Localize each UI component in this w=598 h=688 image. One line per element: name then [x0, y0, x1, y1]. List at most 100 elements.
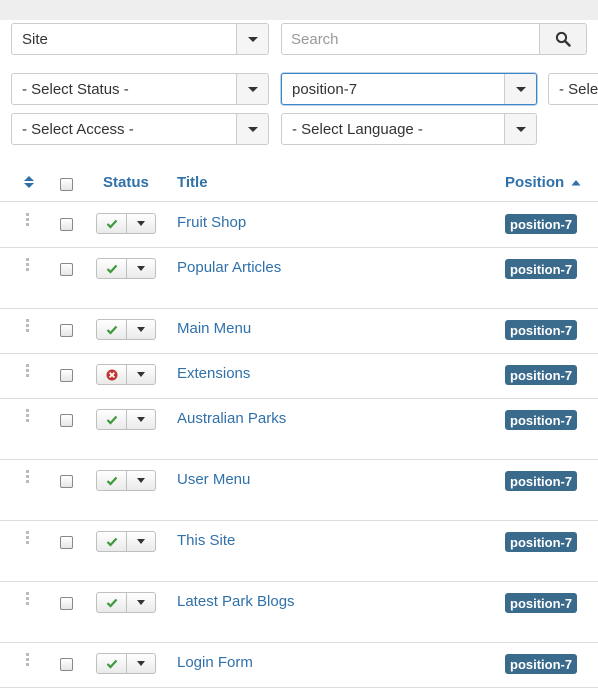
module-title-link[interactable]: This Site [177, 532, 235, 549]
drag-handle-icon[interactable] [26, 592, 30, 606]
published-check-icon [106, 659, 117, 669]
table-row: Australian Parks position-7 [0, 399, 598, 460]
chevron-down-icon [137, 417, 145, 422]
sort-ordering-icon[interactable] [23, 174, 35, 190]
module-title-link[interactable]: Australian Parks [177, 410, 286, 427]
drag-handle-icon[interactable] [26, 213, 30, 227]
site-select-toggle[interactable] [236, 24, 268, 54]
chevron-down-icon [247, 86, 258, 92]
module-type-filter-select[interactable]: - Sele [548, 73, 598, 105]
row-checkbox[interactable] [60, 475, 73, 488]
title-column-header[interactable]: Title [177, 174, 208, 191]
search-button[interactable] [539, 23, 587, 55]
status-toggle [96, 319, 156, 340]
status-button[interactable] [96, 213, 127, 234]
access-filter-toggle[interactable] [236, 114, 268, 144]
status-button[interactable] [96, 470, 127, 491]
drag-handle-icon[interactable] [26, 258, 30, 272]
status-actions-dropdown[interactable] [127, 258, 156, 279]
chevron-down-icon [515, 126, 526, 132]
status-button[interactable] [96, 319, 127, 340]
chevron-down-icon [137, 600, 145, 605]
position-badge: position-7 [505, 259, 578, 279]
table-row: Fruit Shop position-7 [0, 203, 598, 248]
toolbar-strip [0, 0, 598, 20]
module-title-link[interactable]: Extensions [177, 365, 250, 382]
status-actions-dropdown[interactable] [127, 653, 156, 674]
position-filter-select[interactable]: position-7 [281, 73, 537, 105]
chevron-down-icon [137, 539, 145, 544]
drag-handle-icon[interactable] [26, 319, 30, 333]
drag-handle-icon[interactable] [26, 364, 30, 378]
status-toggle [96, 409, 156, 430]
status-actions-dropdown[interactable] [127, 364, 156, 385]
site-select[interactable]: Site [11, 23, 269, 55]
published-check-icon [106, 415, 117, 425]
drag-handle-icon[interactable] [26, 531, 30, 545]
table-row: Extensions position-7 [0, 354, 598, 399]
row-checkbox[interactable] [60, 597, 73, 610]
chevron-down-icon [247, 126, 258, 132]
status-actions-dropdown[interactable] [127, 531, 156, 552]
published-check-icon [106, 264, 117, 274]
status-toggle [96, 364, 156, 385]
status-actions-dropdown[interactable] [127, 592, 156, 613]
status-button[interactable] [96, 364, 127, 385]
module-type-filter-value: - Sele [559, 80, 598, 98]
status-actions-dropdown[interactable] [127, 213, 156, 234]
language-filter-toggle[interactable] [504, 114, 536, 144]
position-badge: position-7 [505, 471, 578, 491]
access-filter-select[interactable]: - Select Access - [11, 113, 269, 145]
row-checkbox[interactable] [60, 324, 73, 337]
search-icon [555, 31, 571, 47]
position-column-header[interactable]: Position [505, 174, 581, 191]
status-button[interactable] [96, 531, 127, 552]
status-actions-dropdown[interactable] [127, 470, 156, 491]
published-check-icon [106, 219, 117, 229]
table-row: Latest Park Blogs position-7 [0, 582, 598, 643]
status-actions-dropdown[interactable] [127, 409, 156, 430]
module-title-link[interactable]: Popular Articles [177, 259, 281, 276]
row-checkbox[interactable] [60, 658, 73, 671]
row-checkbox[interactable] [60, 369, 73, 382]
table-row: Login Form position-7 [0, 643, 598, 688]
module-title-link[interactable]: Main Menu [177, 320, 251, 337]
language-filter-select[interactable]: - Select Language - [281, 113, 537, 145]
search-input[interactable]: Search [281, 23, 540, 55]
chevron-down-icon [515, 86, 526, 92]
position-badge: position-7 [505, 654, 578, 674]
status-filter-toggle[interactable] [236, 74, 268, 104]
status-actions-dropdown[interactable] [127, 319, 156, 340]
published-check-icon [106, 537, 117, 547]
status-filter-select[interactable]: - Select Status - [11, 73, 269, 105]
select-all-checkbox[interactable] [60, 178, 73, 191]
status-toggle [96, 531, 156, 552]
status-filter-value: - Select Status - [22, 80, 129, 98]
position-badge: position-7 [505, 593, 578, 613]
chevron-down-icon [137, 266, 145, 271]
chevron-down-icon [137, 661, 145, 666]
row-checkbox[interactable] [60, 536, 73, 549]
drag-handle-icon[interactable] [26, 409, 30, 423]
table-row: Popular Articles position-7 [0, 248, 598, 309]
module-title-link[interactable]: Latest Park Blogs [177, 593, 295, 610]
status-button[interactable] [96, 592, 127, 613]
row-checkbox[interactable] [60, 218, 73, 231]
drag-handle-icon[interactable] [26, 470, 30, 484]
module-title-link[interactable]: Login Form [177, 654, 253, 671]
position-filter-value: position-7 [292, 80, 358, 98]
position-badge: position-7 [505, 365, 578, 385]
module-title-link[interactable]: User Menu [177, 471, 250, 488]
status-toggle [96, 470, 156, 491]
status-column-header[interactable]: Status [103, 174, 149, 191]
row-checkbox[interactable] [60, 414, 73, 427]
position-filter-toggle[interactable] [504, 74, 536, 104]
published-check-icon [106, 325, 117, 335]
chevron-down-icon [137, 478, 145, 483]
drag-handle-icon[interactable] [26, 653, 30, 667]
status-button[interactable] [96, 653, 127, 674]
module-title-link[interactable]: Fruit Shop [177, 214, 246, 231]
status-button[interactable] [96, 258, 127, 279]
row-checkbox[interactable] [60, 263, 73, 276]
status-button[interactable] [96, 409, 127, 430]
